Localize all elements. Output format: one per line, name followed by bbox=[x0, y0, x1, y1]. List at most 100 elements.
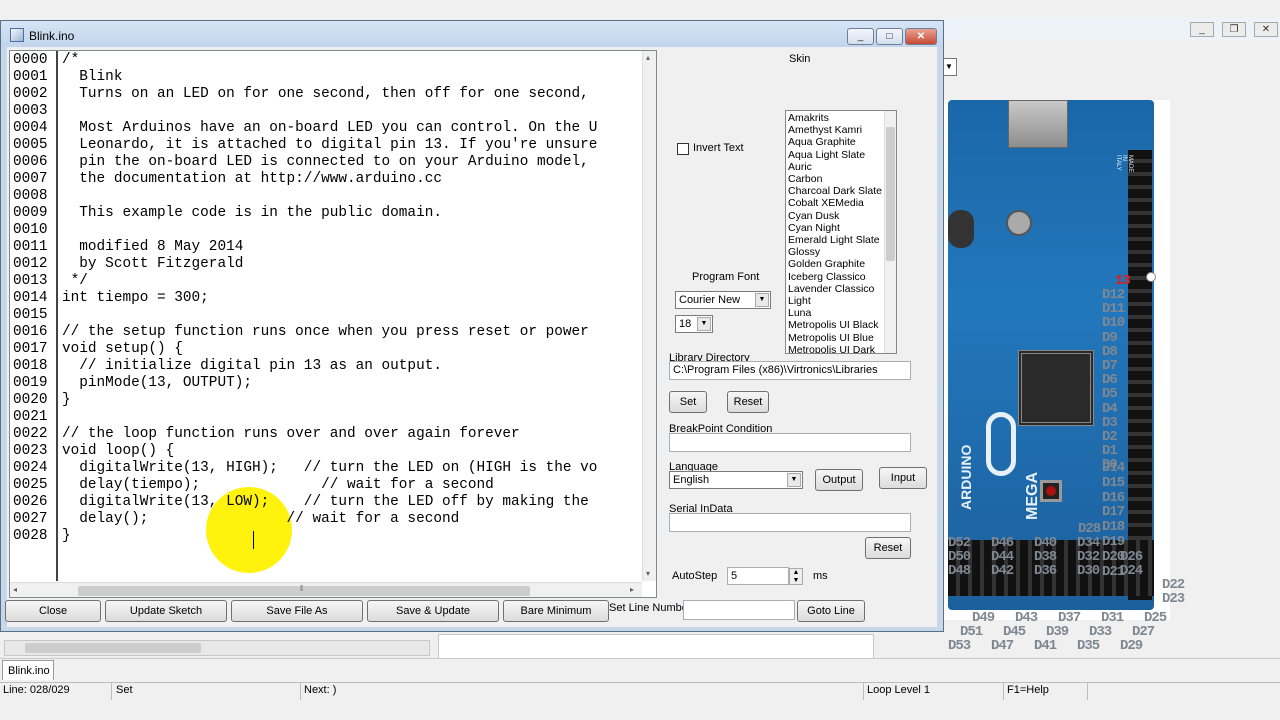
main-minimize-button[interactable]: _ bbox=[1190, 22, 1214, 37]
code-line[interactable]: digitalWrite(13, HIGH); // turn the LED … bbox=[62, 460, 597, 477]
font-size-select[interactable]: 18 ▼ bbox=[675, 315, 713, 333]
language-select[interactable]: English ▼ bbox=[669, 471, 803, 489]
editor-vertical-scrollbar[interactable]: ▴ ▾ bbox=[642, 51, 656, 581]
line-number-field[interactable] bbox=[683, 600, 795, 620]
line-number: 0021 bbox=[13, 409, 48, 425]
code-line[interactable]: } bbox=[62, 528, 71, 545]
line-number: 0028 bbox=[13, 528, 48, 544]
code-line[interactable]: void setup() { bbox=[62, 341, 183, 358]
line-number: 0019 bbox=[13, 375, 48, 391]
code-line[interactable]: the documentation at http://www.arduino.… bbox=[62, 171, 442, 188]
line-number-gutter: 0000 0001 0002 0003 0004 0005 0006 0007 0008 0009… bbox=[10, 51, 58, 581]
skin-list-item[interactable]: Cyan Dusk bbox=[788, 210, 839, 222]
code-line[interactable]: // initialize digital pin 13 as an outpu… bbox=[62, 358, 442, 375]
skin-list-item[interactable]: Aqua Graphite bbox=[788, 136, 856, 148]
breakpoint-condition-field[interactable] bbox=[669, 433, 911, 452]
scrollbar-thumb[interactable] bbox=[886, 127, 895, 261]
skin-list-item[interactable]: Carbon bbox=[788, 173, 822, 185]
window-titlebar[interactable]: Blink.ino _ □ ✕ bbox=[1, 21, 943, 47]
skin-list-item[interactable]: Aqua Light Slate bbox=[788, 149, 865, 161]
code-line[interactable]: // the setup function runs once when you… bbox=[62, 324, 589, 341]
code-line[interactable]: delay(); // wait for a second bbox=[62, 511, 459, 528]
tab-blink-ino[interactable]: Blink.ino bbox=[2, 660, 54, 680]
reset-serial-button[interactable]: Reset bbox=[865, 537, 911, 559]
bottom-horizontal-scrollbar[interactable] bbox=[4, 640, 430, 656]
font-name-select[interactable]: Courier New ▼ bbox=[675, 291, 771, 309]
code-line[interactable]: */ bbox=[62, 273, 88, 290]
invert-text-label: Invert Text bbox=[693, 142, 744, 154]
code-line[interactable]: Blink bbox=[62, 69, 122, 86]
skin-list-item[interactable]: Luna bbox=[788, 307, 811, 319]
pin-label: D42 bbox=[991, 563, 1014, 579]
skin-list-item[interactable]: Charcoal Dark Slate bbox=[788, 185, 882, 197]
maximize-button[interactable]: □ bbox=[876, 28, 903, 45]
skin-list-item[interactable]: Glossy bbox=[788, 246, 820, 258]
set-line-number-label: Set Line Number bbox=[609, 602, 692, 614]
reset-button-hw bbox=[1040, 480, 1062, 502]
code-line[interactable]: // the loop function runs over and over … bbox=[62, 426, 520, 443]
code-line[interactable]: Most Arduinos have an on-board LED you c… bbox=[62, 120, 597, 137]
skin-list-item[interactable]: Light bbox=[788, 295, 811, 307]
set-button[interactable]: Set bbox=[669, 391, 707, 413]
skin-list-item[interactable]: Amethyst Kamri bbox=[788, 124, 862, 136]
input-button[interactable]: Input bbox=[879, 467, 927, 489]
minimize-button[interactable]: _ bbox=[847, 28, 874, 45]
serial-indata-field[interactable] bbox=[669, 513, 911, 532]
close-button[interactable]: Close bbox=[5, 600, 101, 622]
code-line[interactable]: pinMode(13, OUTPUT); bbox=[62, 375, 252, 392]
skin-list-item[interactable]: Cobalt XEMedia bbox=[788, 197, 864, 209]
reset-library-button[interactable]: Reset bbox=[727, 391, 769, 413]
status-mode: Set bbox=[113, 682, 301, 700]
output-button[interactable]: Output bbox=[815, 469, 863, 491]
code-line[interactable]: by Scott Fitzgerald bbox=[62, 256, 243, 273]
code-line[interactable]: This example code is in the public domai… bbox=[62, 205, 442, 222]
skin-list-item[interactable]: Cyan Night bbox=[788, 222, 840, 234]
line-number: 0017 bbox=[13, 341, 48, 357]
skin-list-item[interactable]: Metropolis UI Dark bbox=[788, 344, 875, 353]
scrollbar-thumb[interactable] bbox=[25, 643, 201, 653]
bare-minimum-button[interactable]: Bare Minimum bbox=[503, 600, 609, 622]
save-file-as-button[interactable]: Save File As bbox=[231, 600, 363, 622]
code-line[interactable]: modified 8 May 2014 bbox=[62, 239, 243, 256]
close-window-button[interactable]: ✕ bbox=[905, 28, 937, 45]
invert-text-checkbox[interactable] bbox=[677, 143, 689, 155]
code-line[interactable]: digitalWrite(13, LOW); // turn the LED o… bbox=[62, 494, 589, 511]
code-editor[interactable]: 0000 0001 0002 0003 0004 0005 0006 0007 0008 0009… bbox=[9, 50, 657, 598]
autostep-spinner[interactable]: ▲ ▼ bbox=[789, 568, 803, 585]
code-line[interactable]: int tiempo = 300; bbox=[62, 290, 209, 307]
scroll-down-icon[interactable]: ▾ bbox=[646, 569, 650, 578]
scrollbar-thumb[interactable]: ⦀ bbox=[78, 584, 530, 596]
skin-list-item[interactable]: Amakrits bbox=[788, 112, 829, 124]
main-restore-button[interactable]: ❐ bbox=[1222, 22, 1246, 37]
code-line[interactable]: } bbox=[62, 392, 71, 409]
skin-list-item[interactable]: Golden Graphite bbox=[788, 258, 865, 270]
skin-list-item[interactable]: Auric bbox=[788, 161, 812, 173]
editor-horizontal-scrollbar[interactable]: ◂ ⦀ ▸ bbox=[10, 582, 642, 597]
save-update-button[interactable]: Save & Update bbox=[367, 600, 499, 622]
library-directory-field[interactable]: C:\Program Files (x86)\Virtronics\Librar… bbox=[669, 361, 911, 380]
skin-list-item[interactable]: Lavender Classico bbox=[788, 283, 874, 295]
scroll-up-icon[interactable]: ▴ bbox=[646, 53, 650, 62]
main-close-button[interactable]: ✕ bbox=[1254, 22, 1278, 37]
skin-list-item[interactable]: Metropolis UI Blue bbox=[788, 332, 874, 344]
update-sketch-button[interactable]: Update Sketch bbox=[105, 600, 227, 622]
code-line[interactable]: void loop() { bbox=[62, 443, 174, 460]
code-line[interactable]: Turns on an LED on for one second, then … bbox=[62, 86, 589, 103]
scroll-left-icon[interactable]: ◂ bbox=[13, 585, 17, 594]
autostep-label: AutoStep bbox=[672, 570, 718, 582]
line-number: 0006 bbox=[13, 154, 48, 170]
text-cursor-icon bbox=[253, 531, 255, 549]
skin-list-item[interactable]: Metropolis UI Black bbox=[788, 319, 878, 331]
skin-list-item[interactable]: Iceberg Classico bbox=[788, 271, 866, 283]
code-line[interactable]: pin the on-board LED is connected to on … bbox=[62, 154, 589, 171]
skin-list-item[interactable]: Emerald Light Slate bbox=[788, 234, 880, 246]
autostep-unit: ms bbox=[813, 570, 828, 582]
code-line[interactable]: /* bbox=[62, 52, 79, 69]
goto-line-button[interactable]: Goto Line bbox=[797, 600, 865, 622]
code-line[interactable]: delay(tiempo); // wait for a second bbox=[62, 477, 494, 494]
scroll-right-icon[interactable]: ▸ bbox=[630, 585, 634, 594]
skin-list-scrollbar[interactable] bbox=[884, 111, 896, 353]
code-line[interactable]: Leonardo, it is attached to digital pin … bbox=[62, 137, 597, 154]
skin-listbox[interactable]: Amakrits Amethyst Kamri Aqua Graphite Aqua … bbox=[785, 110, 897, 354]
autostep-field[interactable]: 5 bbox=[727, 567, 789, 585]
